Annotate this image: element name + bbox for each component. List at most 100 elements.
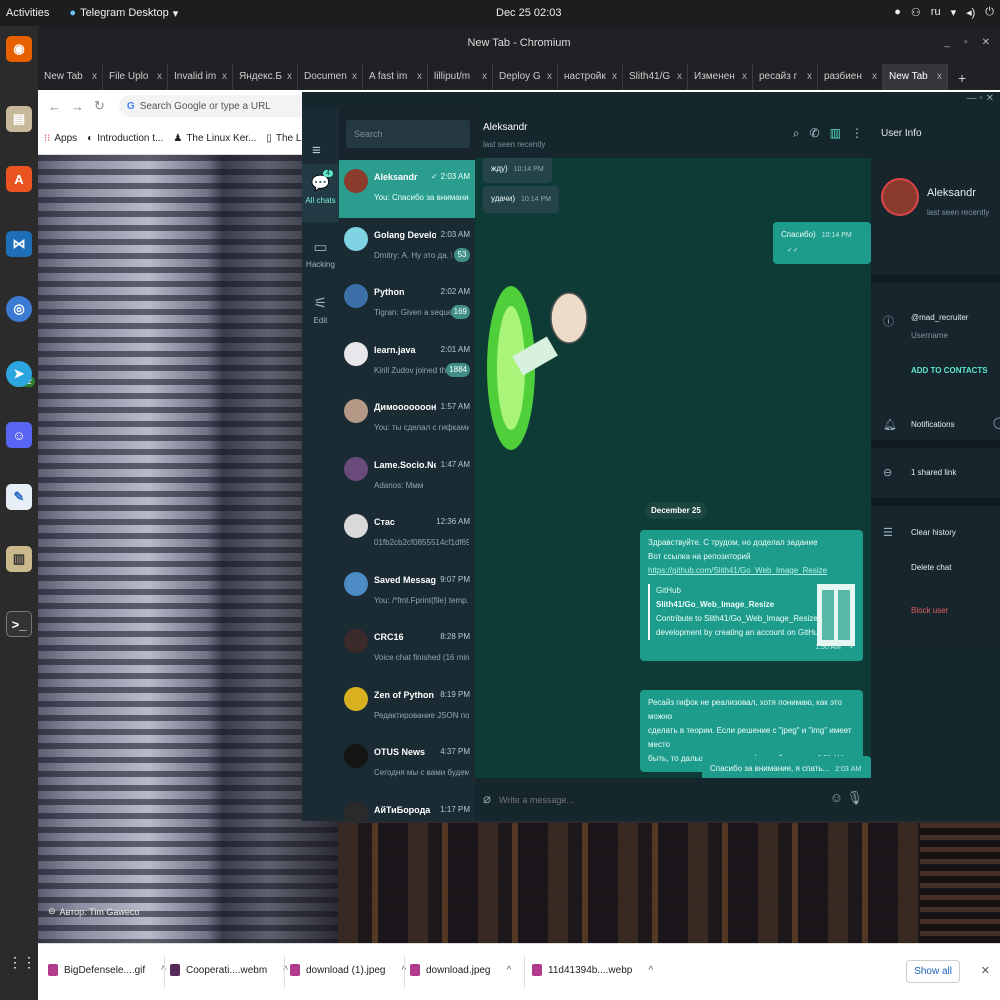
chat-list-item[interactable]: CRC16 8:28 PM Voice chat finished (16 minu… bbox=[339, 620, 475, 678]
software-icon[interactable]: A bbox=[6, 166, 32, 192]
chromium-icon[interactable]: ◎ bbox=[6, 296, 32, 322]
message-bubble-link[interactable]: Здравствуйте. С трудом, но доделал задан… bbox=[640, 530, 863, 661]
close-tab-icon[interactable]: x bbox=[482, 71, 487, 82]
forward-icon[interactable]: → bbox=[71, 99, 84, 114]
chat-list-item[interactable]: learn.java 2:01 AM Kirill Zudov joined the… bbox=[339, 333, 475, 391]
bookmark-item[interactable]: ◐ Introduction t... bbox=[87, 133, 163, 144]
app-menu[interactable]: ● Telegram Desktop ▾ bbox=[69, 7, 178, 20]
clear-history-button[interactable]: Clear history bbox=[911, 528, 956, 537]
microphone-icon[interactable]: 🎙 bbox=[846, 790, 863, 806]
maximize-icon[interactable]: ▫ bbox=[964, 26, 968, 60]
discord-icon[interactable]: ☺ bbox=[6, 422, 32, 448]
shared-links-item[interactable]: 1 shared link bbox=[911, 468, 956, 477]
browser-tab[interactable]: A fast im x bbox=[363, 64, 428, 90]
sticker-portal-fist[interactable] bbox=[485, 273, 595, 463]
telegram-titlebar[interactable]: — ▫ ✕ bbox=[302, 92, 1000, 108]
back-icon[interactable]: ← bbox=[48, 99, 61, 114]
emoji-icon[interactable]: ☺ bbox=[830, 790, 843, 805]
browser-tab[interactable]: Documen x bbox=[298, 64, 363, 90]
browser-tab[interactable]: File Uplo x bbox=[103, 64, 168, 90]
close-tab-icon[interactable]: x bbox=[677, 71, 682, 82]
search-icon[interactable]: ⌕ bbox=[793, 126, 800, 141]
chat-list-item[interactable]: Python 2:02 AM Tigran: Given a seque... 169 bbox=[339, 275, 475, 333]
close-tab-icon[interactable]: x bbox=[547, 71, 552, 82]
chat-list-item[interactable]: Aleksandr ✓ 2:03 AM You: Спасибо за внимани… bbox=[339, 160, 475, 218]
add-to-contacts-button[interactable]: ADD TO CONTACTS bbox=[911, 366, 988, 375]
link-preview[interactable]: GitHub Slith41/Go_Web_Image_Resize Contr… bbox=[648, 584, 855, 646]
username-value[interactable]: @mad_recruiter bbox=[911, 313, 968, 322]
download-item[interactable]: BigDefensele....gif^ bbox=[48, 964, 166, 976]
browser-tab[interactable]: ресайз г x bbox=[753, 64, 818, 90]
close-tab-icon[interactable]: x bbox=[742, 71, 747, 82]
download-item[interactable]: Cooperati....webm ^ bbox=[170, 964, 288, 976]
wallpaper-credit[interactable]: ⊖ Автор: Tim Gaweco bbox=[48, 906, 139, 917]
chat-list-item[interactable]: OTUS News 4:37 PM Сегодня мы с вами будем … bbox=[339, 735, 475, 793]
close-tab-icon[interactable]: x bbox=[937, 71, 942, 82]
browser-tab[interactable]: настройк x bbox=[558, 64, 623, 90]
download-item[interactable]: download.jpeg ^ bbox=[410, 964, 511, 976]
phone-icon[interactable]: ✆ bbox=[810, 126, 820, 141]
browser-tab[interactable]: Slith41/G x bbox=[623, 64, 688, 90]
sidebar-toggle-icon[interactable]: ▥ bbox=[830, 126, 841, 141]
files-icon[interactable]: ▤ bbox=[6, 106, 32, 132]
browser-tab[interactable]: Яндекс.Б x bbox=[233, 64, 298, 90]
close-tab-icon[interactable]: x bbox=[222, 71, 227, 82]
window-controls[interactable]: — ▫ ✕ bbox=[967, 93, 994, 104]
more-icon[interactable]: ⋮ bbox=[851, 126, 863, 141]
archive-icon[interactable]: ▥ bbox=[6, 546, 32, 572]
folder-hacking[interactable]: ▭ Hacking bbox=[302, 228, 339, 278]
browser-tab[interactable]: Deploy G x bbox=[493, 64, 558, 90]
firefox-icon[interactable]: ◉ bbox=[6, 36, 32, 62]
chat-list-item[interactable]: Zen of Python 8:19 PM Редактирование JSON … bbox=[339, 678, 475, 736]
activities-button[interactable]: Activities bbox=[6, 7, 49, 19]
repo-link[interactable]: https://github.com/Slith41/Go_Web_Image_… bbox=[648, 564, 855, 578]
chat-list-item[interactable]: Saved Messages 9:07 PM You: /*fmt.Fprint(f… bbox=[339, 563, 475, 621]
message-bubble[interactable]: Спасибо за внимание, я спать...2:03 AM ✓ bbox=[702, 756, 871, 778]
chat-list-item[interactable]: Димооооооон ✓ 1:57 AM You: ты сделал с гифк… bbox=[339, 390, 475, 448]
avatar[interactable] bbox=[881, 178, 919, 216]
close-tab-icon[interactable]: x bbox=[872, 71, 877, 82]
menu-icon[interactable]: ≡ bbox=[312, 142, 321, 159]
chevron-up-icon[interactable]: ^ bbox=[648, 965, 653, 976]
close-tab-icon[interactable]: x bbox=[352, 71, 357, 82]
folder-all-chats[interactable]: 💬 All chats 4 bbox=[302, 164, 339, 222]
chat-list-item[interactable]: АйТиБорода 1:17 PM bbox=[339, 793, 475, 821]
minimize-icon[interactable]: _ bbox=[945, 26, 951, 60]
block-user-button[interactable]: Block user bbox=[911, 606, 948, 615]
message-bubble[interactable]: Спасибо) 10:14 PM ✓✓ bbox=[773, 222, 871, 264]
reload-icon[interactable]: ↻ bbox=[94, 98, 105, 114]
chat-list-item[interactable]: Golang Develo... 2:03 AM Dmitry: А. Ну это… bbox=[339, 218, 475, 276]
vscode-icon[interactable]: ⋈ bbox=[6, 231, 32, 257]
message-input[interactable] bbox=[499, 792, 799, 808]
delete-chat-button[interactable]: Delete chat bbox=[911, 563, 951, 572]
clock[interactable]: Dec 25 02:03 bbox=[496, 7, 561, 19]
chevron-up-icon[interactable]: ^ bbox=[507, 965, 512, 976]
new-tab-button[interactable]: + bbox=[948, 66, 976, 90]
browser-tab[interactable]: Изменен x bbox=[688, 64, 753, 90]
download-item[interactable]: download (1).jpeg^ bbox=[290, 964, 406, 976]
browser-tab[interactable]: Invalid im x bbox=[168, 64, 233, 90]
close-tab-icon[interactable]: x bbox=[807, 71, 812, 82]
telegram-icon[interactable]: ➤ bbox=[6, 361, 32, 387]
chromium-titlebar[interactable]: New Tab - Chromium _ ▫ ✕ bbox=[38, 26, 1000, 60]
omnibox[interactable]: G Search Google or type a URL bbox=[118, 95, 319, 117]
close-tab-icon[interactable]: x bbox=[92, 71, 97, 82]
close-tab-icon[interactable]: x bbox=[287, 71, 292, 82]
message-bubble[interactable]: удачи) 10:14 PM bbox=[483, 186, 559, 213]
terminal-icon[interactable]: >_ bbox=[6, 611, 32, 637]
notifications-toggle[interactable]: ◯ bbox=[993, 416, 1000, 429]
show-all-downloads-button[interactable]: Show all bbox=[906, 960, 960, 983]
chat-list-item[interactable]: Lame.Socio.Net 1:47 AM Adanos: Ммм bbox=[339, 448, 475, 506]
browser-tab[interactable]: New Tab x bbox=[38, 64, 103, 90]
attach-icon[interactable]: ⌀ bbox=[483, 791, 491, 807]
browser-tab-active[interactable]: New Tab x bbox=[883, 64, 948, 90]
close-tab-icon[interactable]: x bbox=[157, 71, 162, 82]
close-tab-icon[interactable]: x bbox=[612, 71, 617, 82]
bookmark-apps[interactable]: ⁝⁝ Apps bbox=[44, 133, 77, 144]
message-bubble[interactable]: жду) 10:14 PM bbox=[483, 158, 552, 183]
folder-edit[interactable]: ⚟ Edit bbox=[302, 284, 339, 334]
bookmark-item[interactable]: ♟ The Linux Ker... bbox=[173, 133, 256, 144]
chat-list-item[interactable]: Стас 12:36 AM 01fb2cb2cf0855514cf1df69f... bbox=[339, 505, 475, 563]
system-tray[interactable]: ● ⚇ ru ▾ ◂) ⏻ bbox=[894, 6, 994, 19]
download-item[interactable]: 11d41394b....webp ^ bbox=[532, 964, 653, 976]
